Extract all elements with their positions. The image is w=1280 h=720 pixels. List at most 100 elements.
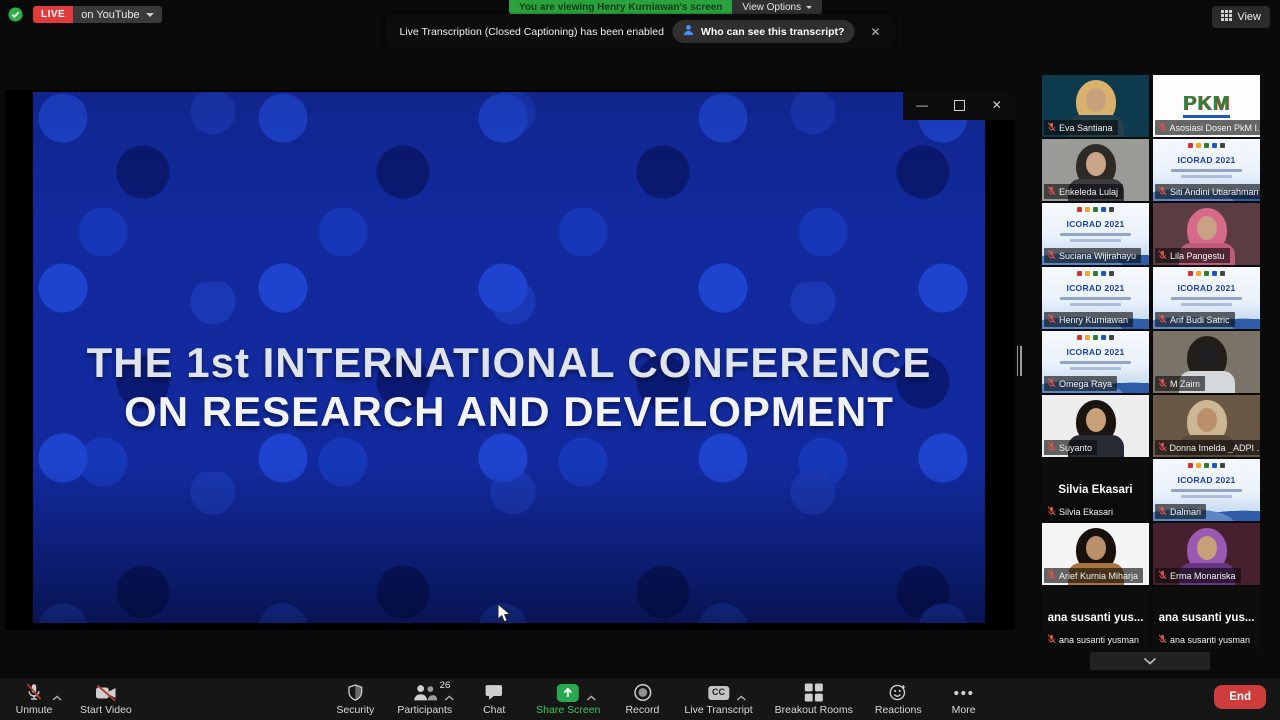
participant-name: Suyanto [1059, 443, 1092, 453]
participant-nameplate: M Zaim [1155, 376, 1205, 391]
meeting-toolbar: Unmute Start Video Security 26Participants… [0, 678, 1280, 720]
close-icon[interactable]: ✕ [992, 99, 1002, 111]
unmute-label: Unmute [16, 704, 53, 716]
who-can-see-transcript-button[interactable]: Who can see this transcript? [673, 20, 855, 43]
participant-tile-ana-susanti-yusman[interactable]: ana susanti yus...ana susanti yusman [1153, 587, 1260, 649]
toolbar-left-group: Unmute Start Video [14, 678, 132, 720]
participant-name: Eva Santiana [1059, 123, 1113, 133]
mic-muted-icon [1047, 186, 1056, 198]
participant-nameplate: Silvia Ekasari [1044, 504, 1118, 519]
encryption-shield-icon[interactable] [8, 7, 23, 22]
screen-share-banner: You are viewing Henry Kurniawan's screen… [509, 0, 822, 15]
transcription-toast: Live Transcription (Closed Captioning) h… [385, 14, 894, 49]
participant-nameplate: Lila Pangestu [1155, 248, 1230, 263]
participant-tile-omega-raya[interactable]: ICORAD 2021Omega Raya [1042, 331, 1149, 393]
participant-nameplate: ana susanti yusman [1044, 632, 1144, 647]
caret-up-icon[interactable] [587, 688, 597, 706]
participant-name: Suciana Wijirahayu [1059, 251, 1136, 261]
slide-logos [1042, 271, 1149, 276]
mic-muted-icon [1047, 506, 1056, 518]
caret-up-icon[interactable] [52, 688, 62, 706]
mic-muted-icon [1158, 186, 1167, 198]
participant-tile-henry-kurniawan[interactable]: ICORAD 2021Henry Kurniawan [1042, 267, 1149, 329]
participant-photo [1197, 216, 1217, 240]
mic-muted-icon [1047, 378, 1056, 390]
slide-title: THE 1st INTERNATIONAL CONFERENCE ON RESE… [33, 340, 985, 438]
participant-nameplate: Omega Raya [1044, 376, 1117, 391]
toolbar-center-group: Security 26Participants Chat Share Screen Re… [335, 678, 983, 720]
participant-name: ana susanti yusman [1059, 635, 1139, 645]
panel-resize-handle[interactable] [1016, 346, 1022, 376]
participant-photo [1197, 344, 1217, 368]
view-button-label: View [1237, 11, 1261, 23]
participant-tile-siti-andini-utiarahman[interactable]: ICORAD 2021Siti Andini Utiarahman [1153, 139, 1260, 201]
participant-name: Donna Imelda _ADPI ... [1170, 443, 1259, 453]
more-label: More [952, 704, 976, 716]
participant-tile-silvia-ekasari[interactable]: Silvia Ekasari Silvia Ekasari [1042, 459, 1149, 521]
stream-target-dropdown[interactable]: on YouTube [73, 6, 161, 23]
participant-tile-donna-imelda-adpi[interactable]: Donna Imelda _ADPI ... [1153, 395, 1260, 457]
caret-up-icon[interactable] [736, 688, 746, 706]
mic-muted-icon [1047, 442, 1056, 454]
person-icon [683, 24, 695, 39]
record-button[interactable]: Record [622, 678, 662, 720]
slide-logos [1042, 207, 1149, 212]
start-video-label: Start Video [80, 704, 132, 716]
unmute-button[interactable]: Unmute [14, 678, 54, 720]
participant-tile-suciana-wijirahayu[interactable]: ICORAD 2021 Suciana Wijirahayu [1042, 203, 1149, 265]
close-icon[interactable]: ✕ [866, 25, 884, 39]
participant-tile-m-zaim[interactable]: M Zaim [1153, 331, 1260, 393]
start-video-button[interactable]: Start Video [80, 678, 132, 720]
slide-logos [1153, 143, 1260, 148]
slide-thumb-title: ICORAD 2021 [1042, 219, 1149, 229]
slide-title-line2: ON RESEARCH AND DEVELOPMENT [33, 386, 985, 438]
chat-button[interactable]: Chat [474, 678, 514, 720]
participant-tile-dalmari[interactable]: ICORAD 2021Dalmari [1153, 459, 1260, 521]
mic-muted-icon [1158, 442, 1167, 454]
participant-tile-lila-pangestu[interactable]: Lila Pangestu [1153, 203, 1260, 265]
participant-tile-ana-susanti-yusman[interactable]: ana susanti yus...ana susanti yusman [1042, 587, 1149, 649]
maximize-icon[interactable] [954, 100, 965, 111]
view-button[interactable]: View [1212, 6, 1270, 28]
participant-tile-arief-kurnia-miharja[interactable]: Arief Kurnia Miharja [1042, 523, 1149, 585]
stream-target-label: on YouTube [81, 9, 139, 21]
mic-muted-icon [1158, 378, 1167, 390]
participant-tile-enkeleda-lulaj[interactable]: Enkeleda Lulaj [1042, 139, 1149, 201]
more-button[interactable]: More [944, 678, 984, 720]
camera-off-name: Silvia Ekasari [1058, 484, 1132, 496]
participants-button[interactable]: 26Participants [397, 678, 452, 720]
participant-name: Silvia Ekasari [1059, 507, 1113, 517]
participant-photo [1086, 152, 1106, 176]
participant-tile-asosiasi-dosen-pkm-i[interactable]: PKMAsosiasi Dosen PkM I... [1153, 75, 1260, 137]
grid-view-icon [1221, 10, 1232, 24]
participant-nameplate: Henry Kurniawan [1044, 312, 1133, 327]
participant-nameplate: Arief Kurnia Miharja [1044, 568, 1143, 583]
view-options-dropdown[interactable]: View Options [732, 0, 822, 15]
participant-nameplate: Erma Monariska [1155, 568, 1241, 583]
end-meeting-button[interactable]: End [1214, 685, 1266, 709]
mic-muted-icon [1047, 122, 1056, 134]
view-options-label: View Options [742, 2, 801, 13]
participant-tile-arif-budi-satric[interactable]: ICORAD 2021Arif Budi Satric [1153, 267, 1260, 329]
share-screen-button[interactable]: Share Screen [536, 678, 600, 720]
mic-muted-icon [1158, 570, 1167, 582]
slide-title-line1: THE 1st INTERNATIONAL CONFERENCE [33, 340, 985, 386]
more-icon [954, 682, 974, 703]
record-icon [633, 682, 652, 703]
reactions-button[interactable]: Reactions [875, 678, 922, 720]
minimize-icon[interactable]: — [916, 99, 928, 111]
security-shield-icon [346, 682, 364, 703]
live-transcript-button[interactable]: CCLive Transcript [684, 678, 752, 720]
presentation-slide: THE 1st INTERNATIONAL CONFERENCE ON RESE… [33, 92, 985, 623]
participant-name: ana susanti yusman [1170, 635, 1250, 645]
participant-tile-suyanto[interactable]: Suyanto [1042, 395, 1149, 457]
participant-tile-erma-monariska[interactable]: Erma Monariska [1153, 523, 1260, 585]
gallery-scroll-down-button[interactable] [1090, 652, 1210, 670]
security-button[interactable]: Security [335, 678, 375, 720]
participant-tile-eva-santiana[interactable]: Eva Santiana [1042, 75, 1149, 137]
reactions-icon [889, 682, 908, 703]
breakout-rooms-button[interactable]: Breakout Rooms [775, 678, 853, 720]
caret-up-icon[interactable] [444, 688, 454, 706]
transcript-button-label: Who can see this transcript? [701, 26, 845, 38]
viewing-banner-text: You are viewing Henry Kurniawan's screen [509, 0, 732, 15]
